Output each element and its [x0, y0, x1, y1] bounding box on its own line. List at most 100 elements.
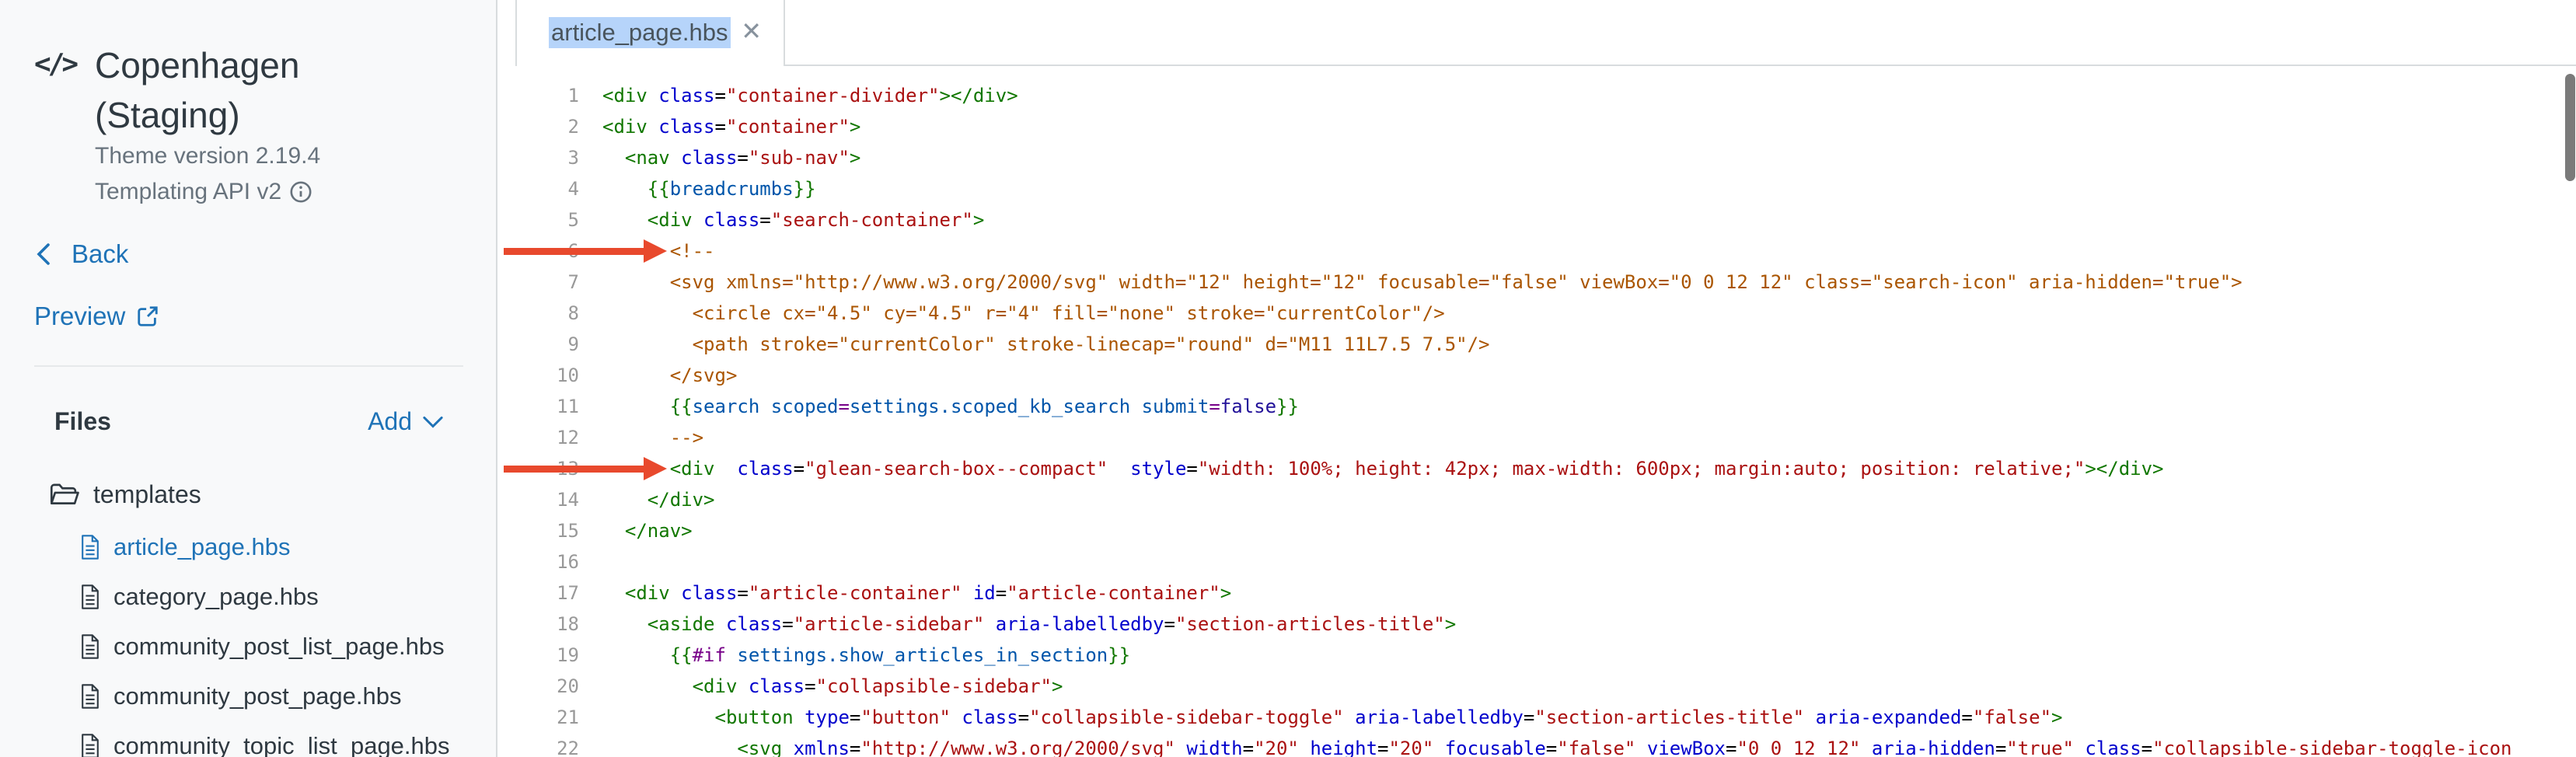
line-number: 1 [499, 80, 579, 111]
line-number: 13 [499, 453, 579, 484]
sidebar: </> Copenhagen (Staging) Theme version 2… [0, 0, 497, 757]
line-content: <svg xmlns="http://www.w3.org/2000/svg" … [602, 733, 2512, 757]
line-number: 5 [499, 204, 579, 235]
theme-version: Theme version 2.19.4 [95, 143, 320, 169]
code-line-2[interactable]: 2<div class="container"> [499, 111, 2576, 142]
line-content: <circle cx="4.5" cy="4.5" r="4" fill="no… [602, 298, 1445, 329]
code-line-5[interactable]: 5 <div class="search-container"> [499, 204, 2576, 235]
folder-name: templates [93, 480, 201, 509]
theme-editor-app: </> Copenhagen (Staging) Theme version 2… [0, 0, 2576, 757]
file-name: community_topic_list_page.hbs [113, 732, 450, 757]
tab-close-icon[interactable]: ✕ [741, 16, 762, 47]
line-number: 22 [499, 733, 579, 757]
sidebar-file-community_post_list_page.hbs[interactable]: community_post_list_page.hbs [79, 622, 450, 672]
editor-scrollbar-thumb[interactable] [2565, 74, 2575, 181]
file-name: category_page.hbs [113, 583, 319, 611]
line-number: 17 [499, 577, 579, 609]
line-number: 9 [499, 329, 579, 360]
back-label: Back [72, 239, 128, 269]
tab-label: article_page.hbs [549, 17, 731, 48]
theme-title: Copenhagen (Staging) [95, 40, 406, 140]
code-icon: </> [34, 48, 75, 80]
line-number: 10 [499, 360, 579, 391]
line-content: </svg> [602, 360, 737, 391]
code-line-8[interactable]: 8 <circle cx="4.5" cy="4.5" r="4" fill="… [499, 298, 2576, 329]
file-list: article_page.hbs category_page.hbscommuni… [79, 522, 450, 757]
code-line-6[interactable]: 6 <!-- [499, 235, 2576, 267]
add-label: Add [368, 407, 412, 436]
code-editor[interactable]: 1 <div class="container-divider"></div>2<… [499, 66, 2576, 757]
back-link[interactable]: Back [36, 239, 128, 269]
line-number: 18 [499, 609, 579, 640]
code-line-18[interactable]: 18 <aside class="article-sidebar" aria-l… [499, 609, 2576, 640]
line-content: <button type="button" class="collapsible… [602, 702, 2062, 733]
line-content: <svg xmlns="http://www.w3.org/2000/svg" … [602, 267, 2243, 298]
code-line-15[interactable]: 15 </nav> [499, 515, 2576, 546]
code-line-22[interactable]: 22 <svg xmlns="http://www.w3.org/2000/sv… [499, 733, 2576, 757]
line-content: {{breadcrumbs}} [602, 173, 816, 204]
line-number: 7 [499, 267, 579, 298]
line-content: <!-- [602, 235, 715, 267]
sidebar-file-category_page.hbs[interactable]: category_page.hbs [79, 572, 450, 622]
sidebar-file-article_page.hbs[interactable]: article_page.hbs [79, 522, 450, 572]
sidebar-file-community_post_page.hbs[interactable]: community_post_page.hbs [79, 672, 450, 721]
code-line-19[interactable]: 19 {{#if settings.show_articles_in_secti… [499, 640, 2576, 671]
line-content: <div class="article-container" id="artic… [602, 577, 1231, 609]
tab-article-page[interactable]: article_page.hbs ✕ [515, 0, 785, 66]
line-number: 20 [499, 671, 579, 702]
line-number: 4 [499, 173, 579, 204]
line-number: 8 [499, 298, 579, 329]
line-number: 16 [499, 546, 579, 577]
code-line-3[interactable]: 3 <nav class="sub-nav"> [499, 142, 2576, 173]
sidebar-folder-templates[interactable]: templates [50, 480, 201, 509]
code-line-11[interactable]: 11 {{search scoped=settings.scoped_kb_se… [499, 391, 2576, 422]
line-content: <nav class="sub-nav"> [602, 142, 860, 173]
line-content: <aside class="article-sidebar" aria-labe… [602, 609, 1456, 640]
chevron-down-icon [423, 416, 443, 428]
line-content: <div class="collapsible-sidebar"> [602, 671, 1063, 702]
files-header: Files Add [54, 407, 443, 436]
preview-link[interactable]: Preview [34, 302, 159, 331]
line-content: {{#if settings.show_articles_in_section}… [602, 640, 1130, 671]
document-icon [79, 534, 101, 560]
code-line-16[interactable]: 16 [499, 546, 2576, 577]
document-icon [79, 633, 101, 660]
external-link-icon [136, 305, 159, 328]
line-number: 21 [499, 702, 579, 733]
line-content: <div class="container"> [602, 111, 860, 142]
line-number: 6 [499, 235, 579, 267]
code-line-9[interactable]: 9 <path stroke="currentColor" stroke-lin… [499, 329, 2576, 360]
sidebar-file-community_topic_list_page.hbs[interactable]: community_topic_list_page.hbs [79, 721, 450, 757]
add-button[interactable]: Add [368, 407, 443, 436]
chevron-left-icon [36, 242, 51, 267]
code-line-1[interactable]: 1 <div class="container-divider"></div> [499, 80, 2576, 111]
templating-api-label: Templating API v2 [95, 179, 281, 205]
folder-icon [50, 483, 79, 508]
code-line-10[interactable]: 10 </svg> [499, 360, 2576, 391]
line-number: 12 [499, 422, 579, 453]
templating-api: Templating API v2 [95, 179, 312, 205]
line-content: <path stroke="currentColor" stroke-linec… [602, 329, 1490, 360]
line-content: </div> [602, 484, 715, 515]
code-line-17[interactable]: 17 <div class="article-container" id="ar… [499, 577, 2576, 609]
code-line-4[interactable]: 4 {{breadcrumbs}} [499, 173, 2576, 204]
line-number: 15 [499, 515, 579, 546]
file-name: article_page.hbs [113, 533, 291, 561]
code-line-12[interactable]: 12 --> [499, 422, 2576, 453]
line-number: 14 [499, 484, 579, 515]
code-line-7[interactable]: 7 <svg xmlns="http://www.w3.org/2000/svg… [499, 267, 2576, 298]
line-content: <div class="container-divider"></div> [602, 80, 1018, 111]
code-line-20[interactable]: 20 <div class="collapsible-sidebar"> [499, 671, 2576, 702]
document-icon [79, 733, 101, 757]
code-line-14[interactable]: 14 </div> [499, 484, 2576, 515]
code-line-13[interactable]: 13 <div class="glean-search-box--compact… [499, 453, 2576, 484]
document-icon [79, 584, 101, 610]
line-number: 3 [499, 142, 579, 173]
code-line-21[interactable]: 21 <button type="button" class="collapsi… [499, 702, 2576, 733]
sidebar-divider [34, 365, 463, 367]
info-icon[interactable] [289, 180, 312, 204]
line-content: <div class="glean-search-box--compact" s… [602, 453, 2164, 484]
line-number: 19 [499, 640, 579, 671]
line-content: <div class="search-container"> [602, 204, 984, 235]
file-name: community_post_page.hbs [113, 682, 402, 710]
